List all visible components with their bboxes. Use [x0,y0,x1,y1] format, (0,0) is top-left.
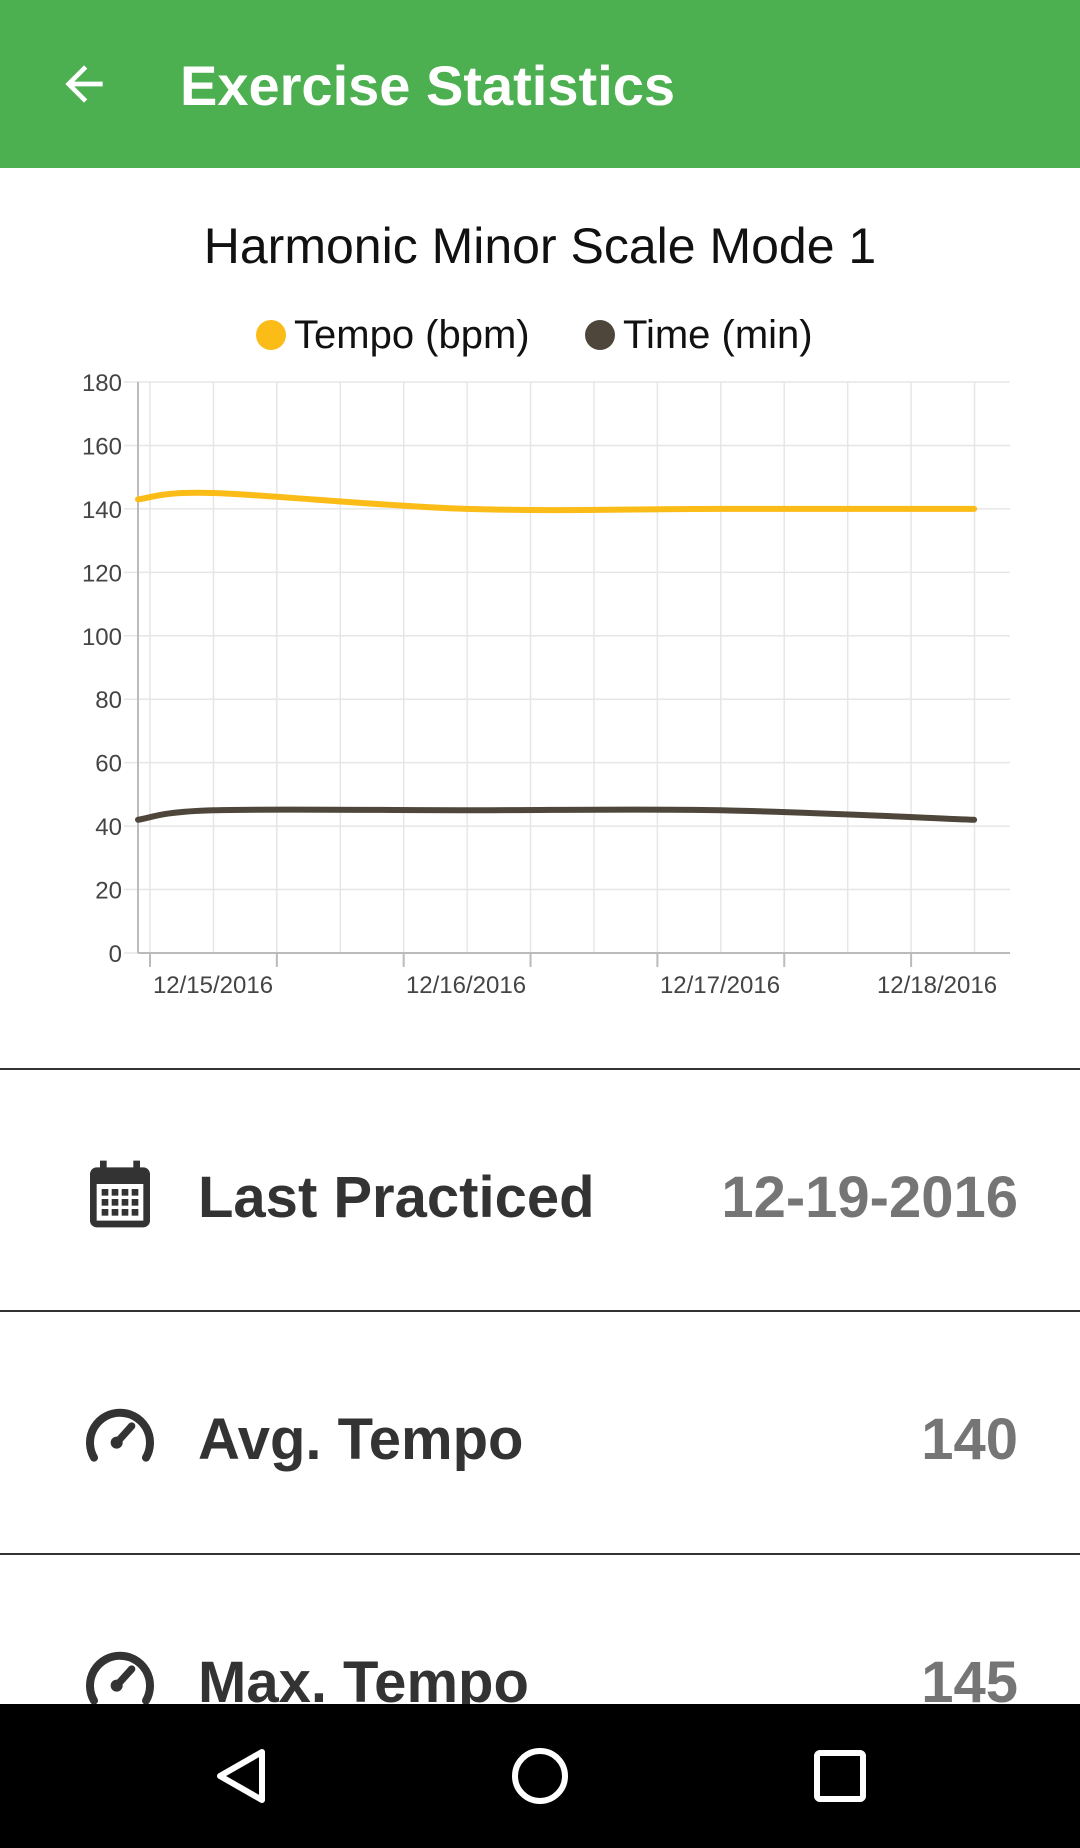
y-tick-label: 0 [109,941,122,968]
chart-area: Harmonic Minor Scale Mode 1 Tempo (bpm) … [0,168,1080,1068]
x-tick-label: 12/16/2016 [406,972,526,999]
app-bar: Exercise Statistics [0,0,1080,168]
nav-back-icon [217,1749,265,1803]
y-tick-label: 140 [82,497,122,524]
y-tick-label: 120 [82,560,122,587]
x-tick-label: 12/15/2016 [153,972,273,999]
y-tick-label: 100 [82,624,122,651]
nav-recents-button[interactable] [790,1732,890,1820]
speedometer-icon [86,1408,154,1462]
back-button[interactable] [44,40,124,128]
stat-row-avg-tempo: Avg. Tempo 140 [0,1312,1080,1552]
arrow-back-icon [65,65,103,103]
y-tick-label: 180 [82,370,122,397]
y-tick-label: 20 [95,878,122,905]
stat-label: Last Practiced [198,1165,595,1230]
nav-home-icon [512,1748,568,1804]
calendar-icon [90,1160,150,1228]
line-chart: 0 20 40 60 80 100 120 140 160 180 12/15/2016 12/16/… [82,370,1010,999]
system-nav-bar [0,1704,1080,1848]
nav-back-button[interactable] [190,1732,290,1820]
stat-value: 140 [921,1407,1018,1472]
nav-home-button[interactable] [490,1732,590,1820]
series-line-time [135,806,978,823]
y-tick-label: 40 [95,814,122,841]
page-title: Exercise Statistics [180,54,675,117]
nav-recents-icon [814,1750,866,1802]
y-tick-label: 160 [82,433,122,460]
y-tick-label: 80 [95,687,122,714]
stat-label: Avg. Tempo [198,1407,524,1472]
x-tick-label: 12/18/2016 [877,972,997,999]
stat-value: 12-19-2016 [721,1165,1018,1230]
y-tick-label: 60 [95,751,122,778]
series-line-tempo [135,489,978,514]
stat-row-last-practiced: Last Practiced 12-19-2016 [0,1070,1080,1310]
x-tick-label: 12/17/2016 [660,972,780,999]
